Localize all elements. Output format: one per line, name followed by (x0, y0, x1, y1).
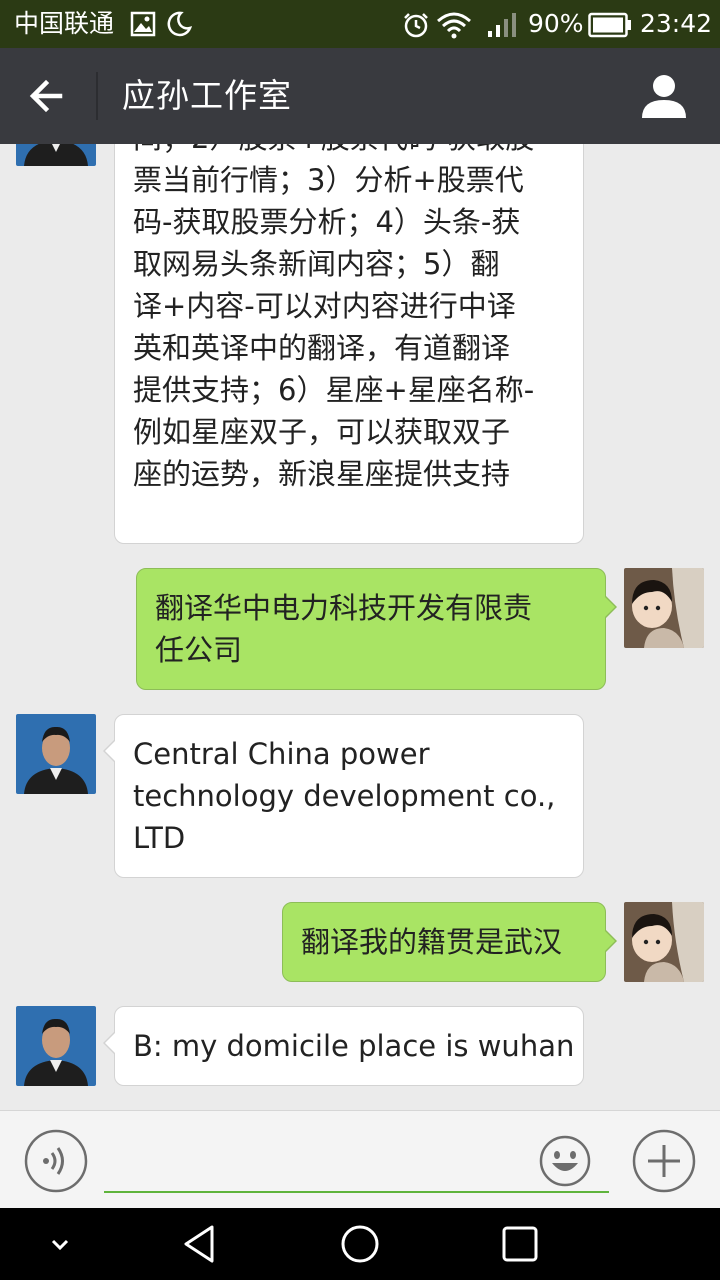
message-line: 例如星座双子，可以获取双子 (133, 415, 511, 449)
back-triangle-icon (184, 1225, 214, 1263)
message-line: 任公司 (155, 633, 243, 667)
hide-keyboard-button[interactable] (38, 1222, 82, 1266)
message-line: 英和英译中的翻译，有道翻译 (133, 331, 511, 365)
profile-button[interactable] (638, 72, 690, 120)
message-line: 取网易头条新闻内容；5）翻 (133, 247, 500, 281)
back-button[interactable] (24, 74, 72, 118)
message-line: 提供支持；6）星座+星座名称- (133, 373, 535, 407)
plus-icon (632, 1129, 696, 1193)
more-button[interactable] (632, 1129, 696, 1193)
battery-icon (588, 12, 632, 42)
bubble-tail (604, 595, 617, 619)
system-nav-bar (0, 1208, 720, 1280)
bubble-tail (103, 1031, 116, 1055)
contact-avatar[interactable] (16, 144, 96, 166)
message-line: 翻译华中电力科技开发有限责 (155, 591, 533, 625)
message-bubble-outgoing[interactable]: 翻译我的籍贯是武汉 (282, 902, 617, 982)
message-line: 间；2）股票+股票代码-获取股 (133, 144, 534, 159)
emoji-icon (539, 1135, 591, 1187)
nav-back-button[interactable] (178, 1222, 222, 1266)
recents-square-icon (502, 1226, 538, 1262)
message-bubble-incoming[interactable]: B: my domicile place is wuhan (103, 1006, 584, 1086)
voice-icon (24, 1129, 88, 1193)
header-divider (96, 72, 98, 120)
message-bubble-outgoing[interactable]: 翻译华中电力科技开发有限责 任公司 (136, 568, 617, 690)
user-avatar[interactable] (624, 902, 704, 982)
chat-header: 应孙工作室 (0, 48, 720, 144)
contact-avatar[interactable] (16, 1006, 96, 1086)
alarm-icon (402, 11, 430, 43)
input-bar (0, 1110, 720, 1208)
carrier-name: 中国联通 (14, 9, 115, 38)
message-line: B: my domicile place is wuhan (133, 1029, 575, 1063)
home-circle-icon (341, 1225, 379, 1263)
nav-recents-button[interactable] (498, 1222, 542, 1266)
voice-button[interactable] (24, 1129, 88, 1193)
battery-percentage: 90% (528, 9, 584, 38)
message-bubble-incoming[interactable]: 间；2）股票+股票代码-获取股 票当前行情；3）分析+股票代 码-获取股票分析；… (114, 144, 584, 544)
message-line: 译+内容-可以对内容进行中译 (133, 289, 516, 323)
message-bubble-incoming[interactable]: Central China power technology developme… (103, 714, 584, 878)
message-list[interactable]: 间；2）股票+股票代码-获取股 票当前行情；3）分析+股票代 码-获取股票分析；… (0, 144, 720, 1110)
message-line: 码-获取股票分析；4）头条-获 (133, 205, 521, 239)
bubble-tail (103, 739, 116, 763)
contact-avatar[interactable] (16, 714, 96, 794)
message-line: technology development co., (133, 779, 556, 813)
clock: 23:42 (640, 9, 713, 38)
message-line: Central China power (133, 737, 430, 771)
message-line: 座的运势，新浪星座提供支持 (133, 457, 511, 491)
chat-title: 应孙工作室 (122, 76, 292, 115)
back-arrow-icon (29, 79, 63, 113)
message-line: 票当前行情；3）分析+股票代 (133, 163, 524, 197)
emoji-button[interactable] (533, 1129, 597, 1193)
wifi-icon (436, 11, 472, 43)
signal-icon (486, 11, 518, 43)
bubble-tail (604, 929, 617, 953)
chevron-down-icon (51, 1239, 69, 1251)
nav-home-button[interactable] (338, 1222, 382, 1266)
message-line: LTD (133, 821, 186, 855)
image-icon (130, 11, 156, 41)
profile-icon (642, 75, 686, 118)
status-bar: 中国联通 90% 23:42 (0, 0, 720, 48)
moon-icon (166, 11, 193, 41)
message-line: 翻译我的籍贯是武汉 (301, 925, 563, 959)
user-avatar[interactable] (624, 568, 704, 648)
